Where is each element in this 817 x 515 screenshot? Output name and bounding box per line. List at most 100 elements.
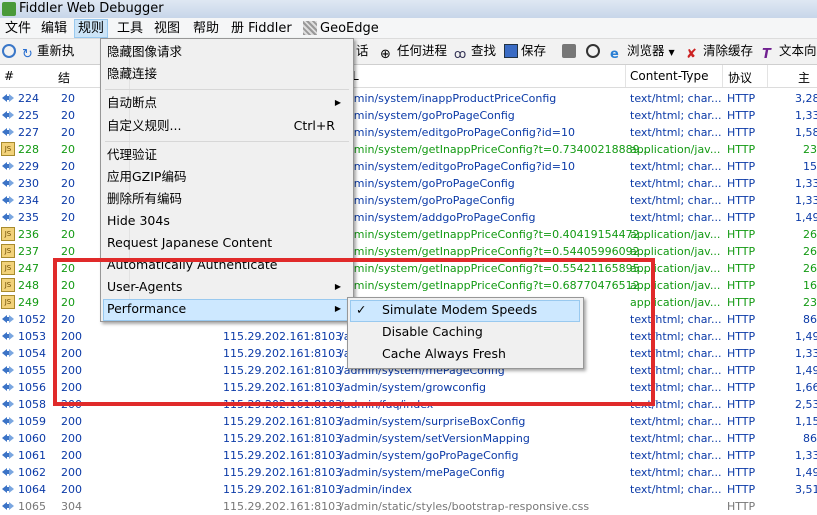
request-arrows-icon [1,312,15,326]
browse-button[interactable]: e 浏览器 ▼ [610,42,675,62]
session-content-type: application/jav... [630,228,721,241]
clock-icon [586,44,600,58]
column-divider[interactable] [625,65,626,87]
request-arrows-icon [1,465,15,479]
menu-item-hide-connects[interactable]: 隐藏连接 [107,63,157,85]
table-row[interactable]: 1062 200 115.29.202.161:8103/admin/system/… [0,464,817,481]
column-content-type[interactable]: Content-Type [630,69,709,83]
table-row[interactable]: 1059 200 115.29.202.161:8103/admin/system/… [0,413,817,430]
column-result[interactable]: 结 [58,69,70,86]
session-result: 20 [61,92,75,105]
session-body-size: 26 [803,228,817,241]
table-row[interactable]: 1064 200 115.29.202.161:8103/admin/index te… [0,481,817,498]
browse-label: 浏览器 [627,43,665,58]
stream-label[interactable]: 话 [356,42,369,60]
find-button[interactable]: ꝏ 查找 [454,42,496,61]
menu-item-hide-304s[interactable]: Hide 304s [107,210,170,232]
fiddler-app-icon [2,2,16,16]
menu-view[interactable]: 视图 [151,20,183,37]
menu-item-request-japanese[interactable]: Request Japanese Content [107,232,272,254]
session-protocol: HTTP [727,415,756,428]
any-process-label: 任何进程 [397,43,448,58]
session-protocol: HTTP [727,381,756,394]
menu-rules[interactable]: 规则 [74,19,109,38]
menu-tools[interactable]: 工具 [114,20,146,37]
save-button[interactable]: 保存 [504,42,546,60]
binoculars-icon: ꝏ [454,47,467,61]
table-row[interactable]: 1065 304 115.29.202.161:8103/admin/static/… [0,498,817,515]
menu-item-remove-encodings[interactable]: 删除所有编码 [107,188,182,210]
session-number: 234 [18,194,39,207]
clear-cache-button[interactable]: ✘ 清除缓存 [686,42,753,62]
menu-item-apply-gzip[interactable]: 应用GZIP编码 [107,166,186,188]
session-protocol: HTTP [727,262,756,275]
column-divider[interactable] [722,65,723,87]
session-protocol: HTTP [727,296,756,309]
request-arrows-icon [1,125,15,139]
session-number: 224 [18,92,39,105]
session-body-size: 1,33 [795,449,817,462]
comment-button[interactable] [2,42,19,60]
session-number: 1056 [18,381,46,394]
request-arrows-icon [1,108,15,122]
javascript-file-icon: JS [1,142,15,156]
menu-file[interactable]: 文件 [2,20,34,37]
column-protocol[interactable]: 协议 [728,69,752,86]
session-body-size: 1,15 [795,415,817,428]
menu-item-require-proxy-auth[interactable]: 代理验证 [107,144,157,166]
session-number: 227 [18,126,39,139]
session-content-type: text/html; char... [630,415,722,428]
session-body-size: 3,28 [795,92,817,105]
menu-geoedge[interactable]: GeoEdge [300,20,382,37]
menu-edit[interactable]: 编辑 [38,20,70,37]
session-protocol: HTTP [727,143,756,156]
request-arrows-icon [1,431,15,445]
timer-button[interactable] [586,42,603,60]
column-divider[interactable] [767,65,768,87]
menu-help[interactable]: 帮助 [190,20,222,37]
request-arrows-icon [1,499,15,513]
session-body-size: 1,58 [795,126,817,139]
table-row[interactable]: 1060 200 115.29.202.161:8103/admin/system/… [0,430,817,447]
menu-item-automatic-breakpoints[interactable]: 自动断点 ▶ [107,92,349,114]
text-wizard-icon: T [762,47,771,62]
session-host: 115.29.202.161:8103 [223,466,343,479]
session-result: 20 [61,194,75,207]
request-arrows-icon [1,448,15,462]
session-content-type: text/html; char... [630,483,722,496]
session-number: 249 [18,296,39,309]
request-arrows-icon [1,159,15,173]
session-url: /admin/index [340,483,412,496]
session-host: 115.29.202.161:8103 [223,415,343,428]
table-row[interactable]: 1061 200 115.29.202.161:8103/admin/system/… [0,447,817,464]
column-number[interactable]: # [4,69,14,83]
session-result: 304 [61,500,82,513]
session-number: 247 [18,262,39,275]
session-protocol: HTTP [727,109,756,122]
screenshot-button[interactable] [562,42,579,60]
session-content-type: application/jav... [630,143,721,156]
session-url: admin/system/inappProductPriceConfig [340,92,557,105]
replay-button[interactable]: ↻ 重新执 [22,42,75,62]
session-number: 1060 [18,432,46,445]
chevron-down-icon: ▼ [668,48,675,57]
session-protocol: HTTP [727,347,756,360]
any-process-button[interactable]: ⊕ 任何进程 [380,42,448,62]
session-number: 1053 [18,330,46,343]
menu-fiddler[interactable]: 册 Fiddler [228,20,295,37]
ie-browser-icon: e [610,47,619,62]
menu-item-customize-rules[interactable]: 自定义规则... Ctrl+R [107,115,349,137]
session-body-size: 1,49 [795,211,817,224]
session-result: 20 [61,211,75,224]
session-content-type: text/html; char... [630,449,722,462]
session-protocol: HTTP [727,279,756,292]
replay-icon: ↻ [22,47,33,62]
column-body[interactable]: 主 [798,69,810,86]
session-number: 248 [18,279,39,292]
session-protocol: HTTP [727,483,756,496]
menu-item-hide-images[interactable]: 隐藏图像请求 [107,41,182,63]
session-url: admin/system/getInappPriceConfig?t=0.734… [340,143,651,156]
clear-cache-icon: ✘ [686,47,697,62]
text-wizard-button[interactable]: T 文本向 [762,42,817,62]
session-url: admin/system/editgoProPageConfig?id=10 [340,160,575,173]
